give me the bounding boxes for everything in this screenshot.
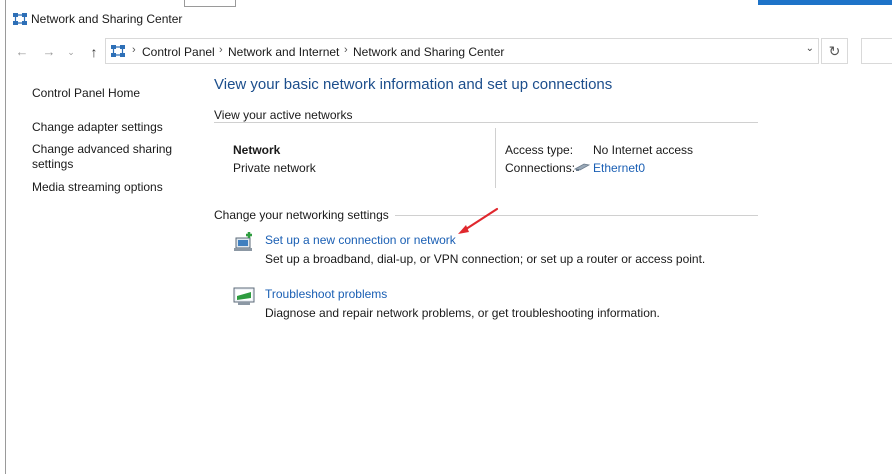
active-networks-title: View your active networks: [214, 108, 359, 122]
media-streaming-options-link[interactable]: Media streaming options: [32, 180, 163, 195]
ethernet-icon: [574, 163, 590, 171]
title-bar: Network and Sharing Center: [6, 0, 892, 38]
connections-label: Connections:: [505, 161, 576, 175]
troubleshoot-problems-description: Diagnose and repair network problems, or…: [265, 306, 660, 320]
control-panel-home-link[interactable]: Control Panel Home: [32, 86, 140, 101]
network-sharing-center-window: Network and Sharing Center ← → ⌄ ↑ › Con…: [5, 0, 892, 474]
network-type[interactable]: Private network: [233, 161, 316, 175]
refresh-icon[interactable]: ↻: [821, 38, 848, 64]
network-center-icon: [111, 45, 125, 57]
new-connection-icon: [234, 232, 252, 251]
divider: [214, 122, 758, 123]
navigation-bar: ← → ⌄ ↑ › Control Panel › Network and In…: [6, 38, 892, 66]
divider: [495, 128, 496, 188]
arrow-right-icon[interactable]: →: [40, 42, 58, 62]
setup-new-connection-link[interactable]: Set up a new connection or network: [265, 233, 456, 247]
page-title: View your basic network information and …: [214, 76, 613, 93]
change-settings-title: Change your networking settings: [214, 208, 395, 222]
ethernet-connection-link[interactable]: Ethernet0: [593, 161, 645, 175]
chevron-right-icon[interactable]: ›: [344, 44, 348, 56]
troubleshoot-problems-link[interactable]: Troubleshoot problems: [265, 287, 387, 301]
change-adapter-settings-link[interactable]: Change adapter settings: [32, 120, 163, 135]
search-input[interactable]: [861, 38, 892, 64]
breadcrumb-network-internet[interactable]: Network and Internet: [228, 45, 339, 59]
arrow-left-icon[interactable]: ←: [13, 42, 31, 62]
address-bar[interactable]: › Control Panel › Network and Internet ›…: [105, 38, 819, 64]
setup-new-connection-description: Set up a broadband, dial-up, or VPN conn…: [265, 252, 706, 266]
network-center-icon: [13, 13, 27, 25]
breadcrumb-control-panel[interactable]: Control Panel: [142, 45, 215, 59]
window-title: Network and Sharing Center: [31, 12, 183, 26]
arrow-up-icon[interactable]: ↑: [85, 42, 103, 62]
breadcrumb-network-sharing-center[interactable]: Network and Sharing Center: [353, 45, 504, 59]
access-type-value: No Internet access: [593, 143, 694, 157]
troubleshoot-icon: [233, 287, 255, 305]
access-type-label: Access type:: [505, 143, 574, 157]
chevron-down-icon[interactable]: ⌄: [806, 43, 814, 54]
chevron-right-icon[interactable]: ›: [132, 44, 136, 56]
network-name: Network: [233, 143, 281, 157]
chevron-right-icon[interactable]: ›: [219, 44, 223, 56]
annotation-arrow-icon: [458, 207, 499, 234]
chevron-down-icon[interactable]: ⌄: [62, 42, 80, 62]
change-advanced-sharing-link[interactable]: Change advanced sharing settings: [32, 142, 182, 172]
